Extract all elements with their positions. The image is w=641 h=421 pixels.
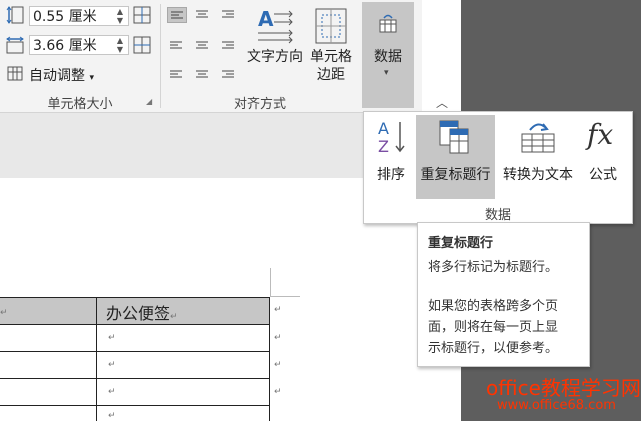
cell-size-group-label: 单元格大小	[47, 97, 113, 112]
row-height-icon	[6, 6, 24, 24]
dialog-launcher-icon[interactable]: ◢	[146, 97, 152, 106]
autofit-label: 自动调整	[29, 68, 85, 84]
row-height-spinner[interactable]: ▲ ▼	[113, 7, 127, 25]
align-bottom-right-button[interactable]	[219, 65, 239, 81]
repeat-header-rows-button[interactable]: 重复标题行	[416, 115, 495, 199]
svg-text:A: A	[378, 119, 389, 138]
svg-text:A: A	[258, 7, 274, 31]
chevron-down-icon: ▾	[89, 73, 94, 83]
formula-label: 公式	[589, 167, 617, 183]
convert-to-text-label: 转换为文本	[503, 167, 573, 183]
data-group-label: 数据	[484, 208, 511, 223]
convert-to-text-icon	[520, 120, 556, 158]
cell-mark: ↵	[108, 387, 116, 397]
watermark-url: www.office68.com	[497, 398, 616, 413]
align-bottom-center-button[interactable]	[193, 65, 213, 81]
text-direction-icon: A	[256, 6, 294, 48]
data-icon	[376, 12, 400, 40]
align-bottom-left-button[interactable]	[167, 65, 187, 81]
document-table: ↵ 办公便签↵ ↵ ↵ ↵ ↵ ↵ ↵ ↵ ↵	[0, 297, 282, 421]
cell-margins-label-line1: 单元格	[310, 49, 352, 65]
watermark-brand: office教程学习网	[486, 376, 641, 400]
data-button[interactable]: 数据 ▾	[362, 2, 414, 108]
align-top-right-button[interactable]	[219, 7, 239, 23]
column-width-icon	[6, 36, 24, 54]
column-width-spinner[interactable]: ▲ ▼	[113, 36, 127, 54]
data-dropdown-panel: A Z 排序 重复标题行 转换为文本 fx 公式 数据	[363, 111, 633, 224]
repeat-header-rows-tooltip: 重复标题行 将多行标记为标题行。 如果您的表格跨多个页 面，则将在每一页上显 示…	[417, 222, 590, 367]
table-header-text: 办公便签	[106, 304, 171, 323]
cell-mark: ↵	[0, 308, 8, 318]
align-top-left-button[interactable]	[167, 7, 187, 23]
autofit-icon	[6, 64, 24, 82]
cell-mark: ↵	[108, 333, 116, 343]
sort-icon: A Z	[376, 118, 408, 160]
cell-margins-icon	[315, 8, 347, 48]
distribute-rows-icon[interactable]	[133, 6, 151, 24]
data-button-label: 数据	[374, 49, 402, 65]
row-end-mark: ↵	[274, 333, 282, 343]
autofit-button[interactable]: 自动调整 ▾	[29, 65, 94, 85]
sort-label: 排序	[377, 167, 405, 183]
svg-text:Z: Z	[378, 137, 389, 156]
row-end-mark: ↵	[274, 387, 282, 397]
convert-to-text-button[interactable]: 转换为文本	[498, 116, 578, 200]
tooltip-body-line2: 面，则将在每一页上显	[428, 320, 559, 335]
row-height-value: 0.55 厘米	[33, 9, 97, 25]
tooltip-title: 重复标题行	[428, 236, 494, 251]
tooltip-body-line1: 如果您的表格跨多个页	[428, 299, 559, 314]
table-header-cell: 办公便签↵	[106, 300, 178, 324]
cell-margins-button[interactable]: 单元格 边距	[305, 4, 357, 90]
align-middle-left-button[interactable]	[167, 37, 187, 53]
formula-fx-icon: fx	[587, 118, 614, 151]
repeat-header-rows-icon	[438, 119, 472, 159]
tooltip-body-line3: 示标题行，以便参考。	[428, 341, 559, 356]
align-middle-right-button[interactable]	[219, 37, 239, 53]
collapse-ribbon-icon[interactable]: ︿	[436, 94, 448, 111]
table-header-cell-partial: ↵	[0, 300, 8, 319]
cell-margins-label-line2: 边距	[317, 67, 345, 83]
align-middle-center-button[interactable]	[193, 37, 213, 53]
column-width-value: 3.66 厘米	[33, 38, 97, 54]
sort-button[interactable]: A Z 排序	[368, 116, 414, 200]
text-direction-button[interactable]: A 文字方向	[247, 4, 303, 90]
formula-button[interactable]: fx 公式	[580, 116, 626, 200]
cell-mark: ↵	[170, 312, 178, 322]
cell-mark: ↵	[108, 411, 116, 421]
row-end-mark: ↵	[274, 360, 282, 370]
table-corner-mark	[270, 268, 271, 296]
text-direction-label: 文字方向	[247, 49, 303, 65]
tooltip-summary: 将多行标记为标题行。	[428, 260, 559, 275]
cell-mark: ↵	[108, 360, 116, 370]
group-separator	[160, 4, 161, 108]
alignment-group-label: 对齐方式	[233, 97, 286, 112]
align-top-center-button[interactable]	[193, 7, 213, 23]
distribute-columns-icon[interactable]	[133, 36, 151, 54]
chevron-down-icon: ▾	[384, 68, 389, 78]
repeat-header-rows-label: 重复标题行	[420, 167, 491, 183]
row-end-mark: ↵	[274, 305, 282, 315]
